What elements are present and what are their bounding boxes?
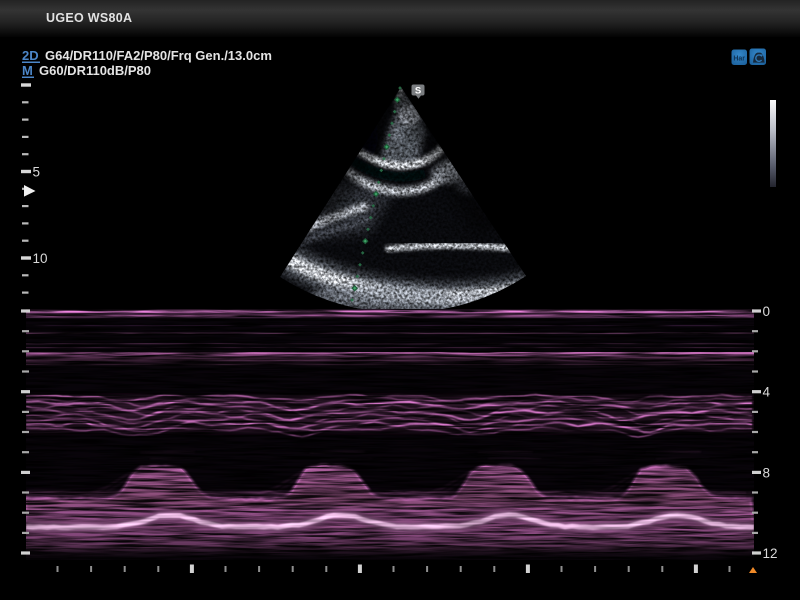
svg-text:12: 12 [763, 546, 778, 561]
svg-text:10: 10 [33, 251, 48, 266]
svg-text:5: 5 [33, 165, 41, 180]
svg-text:M: M [22, 63, 33, 78]
svg-text:G64/DR110/FA2/P80/Frq Gen./13.: G64/DR110/FA2/P80/Frq Gen./13.0cm [45, 48, 272, 63]
svg-text:S: S [415, 86, 421, 97]
svg-text:0: 0 [763, 304, 771, 319]
svg-text:2D: 2D [22, 48, 39, 63]
svg-text:UGEO WS80A: UGEO WS80A [46, 11, 132, 25]
svg-text:G60/DR110dB/P80: G60/DR110dB/P80 [39, 63, 151, 78]
svg-text:8: 8 [763, 465, 771, 480]
svg-text:Har: Har [733, 55, 745, 62]
svg-text:4: 4 [763, 385, 771, 400]
